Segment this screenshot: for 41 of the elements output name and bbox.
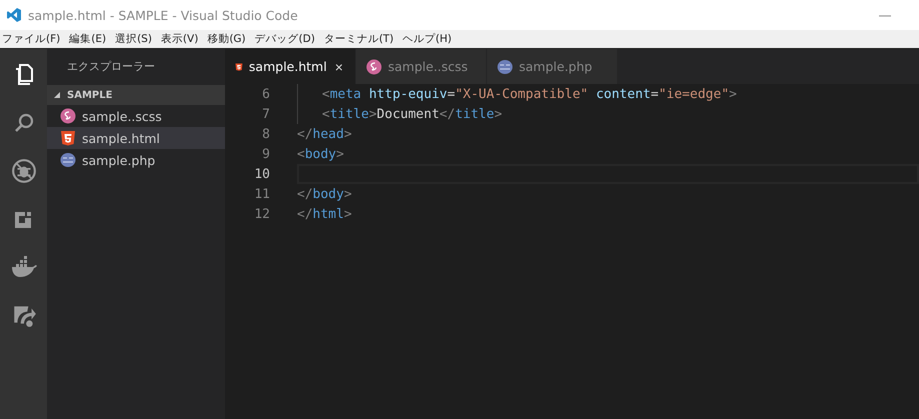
menu-item[interactable]: デバッグ(D)	[252, 32, 319, 46]
line-number: 12	[253, 206, 270, 222]
sass-icon	[366, 58, 382, 74]
code-line: <title>Document</title>	[322, 106, 502, 122]
php-icon	[60, 152, 76, 168]
code-line: </head>	[297, 126, 352, 142]
line-number: 6	[261, 86, 270, 102]
window-title: sample.html - SAMPLE - Visual Studio Code	[28, 8, 298, 22]
editor-tab[interactable]: sample..scss	[356, 49, 487, 84]
code-line: </body>	[297, 186, 352, 202]
editor-tab[interactable]: sample.html ×	[225, 49, 356, 84]
menu-item[interactable]: ファイル(F)	[0, 32, 64, 46]
close-button[interactable]: ×	[332, 58, 345, 74]
html5-icon	[60, 130, 76, 146]
folder-header[interactable]: SAMPLE	[47, 85, 225, 105]
php-icon	[497, 58, 513, 74]
code-line: <meta http-equiv="X-UA-Compatible" content="ie=edge">	[322, 86, 737, 102]
line-number: 10	[253, 166, 270, 182]
line-number: 8	[261, 126, 270, 142]
menu-item[interactable]: 移動(G)	[205, 32, 250, 46]
line-number: 7	[261, 106, 270, 122]
file-item[interactable]: sample..scss	[47, 105, 225, 127]
code-line: <body>	[297, 146, 344, 162]
menu-item[interactable]: 選択(S)	[113, 32, 156, 46]
sidebar-title: エクスプローラー	[66, 59, 156, 75]
editor-tab[interactable]: sample.php	[487, 49, 618, 84]
menu-item[interactable]: 表示(V)	[158, 32, 202, 46]
menu-item[interactable]: 編集(E)	[67, 32, 110, 46]
vscode-logo-icon	[6, 7, 22, 23]
file-item[interactable]: sample.php	[47, 149, 225, 171]
caret-icon	[53, 91, 61, 99]
no-bug-icon[interactable]	[10, 158, 36, 184]
line-number: 9	[261, 146, 270, 162]
code-line: </html>	[297, 206, 352, 222]
line-number: 11	[253, 186, 270, 202]
file-item[interactable]: sample.html	[47, 127, 225, 149]
menu-item[interactable]: ヘルプ(H)	[400, 32, 456, 46]
sass-icon	[60, 108, 76, 124]
menu-item[interactable]: ターミナル(T)	[322, 32, 398, 46]
whale-icon[interactable]	[10, 255, 38, 279]
minimize-button[interactable]: —	[871, 8, 899, 22]
